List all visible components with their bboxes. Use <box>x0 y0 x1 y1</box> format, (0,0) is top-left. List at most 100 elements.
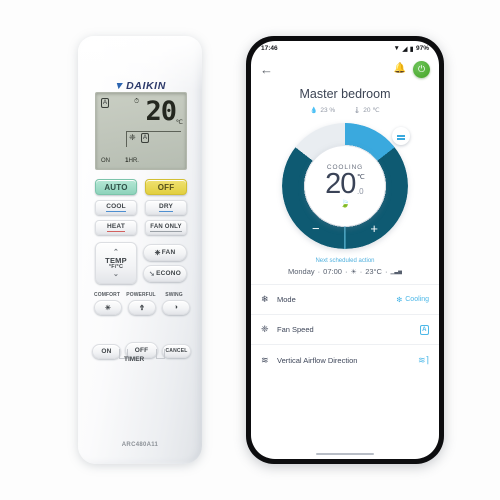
settings-row-fan-speed-value: A <box>419 324 429 335</box>
settings-row-vertical-airflow[interactable]: ≋ Vertical Airflow Direction ≋⌉ <box>251 345 439 375</box>
dial-temperature-row: 20 ℃ .0 <box>325 170 365 199</box>
schedule-day: Monday <box>287 267 315 276</box>
remote-cool-button[interactable]: COOL <box>95 200 137 215</box>
thermometer-icon: 🌡 <box>353 107 361 114</box>
fan-speed-icon: ❈ <box>261 324 269 334</box>
remote-off-button[interactable]: OFF <box>145 179 187 195</box>
remote-dry-label: DRY <box>158 203 174 212</box>
remote-swing-button[interactable]: ◑ <box>162 300 190 315</box>
dial-temperature-suffix: ℃ .0 <box>357 171 365 196</box>
temp-up-chevron-icon[interactable]: ⌃ <box>113 249 119 256</box>
remote-temp-button[interactable]: ⌃ TEMP °F/°C ⌄ <box>95 242 137 284</box>
battery-level: 97% <box>415 45 429 52</box>
app-bar-actions: 🔔 ⏻ <box>394 60 430 78</box>
lcd-auto-badge: A <box>101 98 110 108</box>
dial-menu-button[interactable] <box>392 127 410 145</box>
remote-timer-cancel-button[interactable]: CANCEL <box>162 344 191 358</box>
remote-comfort-button[interactable]: ☀ <box>94 300 122 315</box>
next-scheduled-action[interactable]: Next scheduled action Monday · 07:00 · ☀… <box>251 258 439 276</box>
cooling-label: Cooling <box>405 296 429 303</box>
remote-econo-button[interactable]: ➘ ECONO <box>143 265 187 282</box>
airflow-swing-icon: ≋⌉ <box>417 354 429 365</box>
temp-down-chevron-icon[interactable]: ⌄ <box>113 271 119 278</box>
dial-temperature-unit: ℃ <box>356 174 365 181</box>
fan-auto-badge-icon: A <box>419 324 429 335</box>
signal-icon: ◢ <box>402 45 408 53</box>
notification-bell-icon[interactable]: 🔔 <box>394 64 406 74</box>
dial-temperature-decimal: .0 <box>356 187 364 196</box>
remote-powerful-label: POWERFUL <box>126 292 156 298</box>
remote-heat-label: HEAT <box>106 223 125 232</box>
humidity-value: 23 % <box>320 106 336 114</box>
phone-status-bar: 17:46 ▼ ◢ ▮ 97% <box>251 41 439 56</box>
settings-row-mode[interactable]: ❄ Mode ❇ Cooling <box>251 285 439 315</box>
room-title: Master bedroom <box>299 87 391 101</box>
timer-bracket-right <box>156 349 165 359</box>
daikin-brand-logo: ▼DAIKIN <box>78 80 202 92</box>
daikin-logo-mark: ▼ <box>112 80 127 92</box>
schedule-temperature: 23°C <box>365 267 382 276</box>
cooling-icon: ❇ <box>396 296 403 304</box>
schedule-title: Next scheduled action <box>315 258 375 264</box>
settings-row-vertical-airflow-label: Vertical Airflow Direction <box>277 355 358 365</box>
schedule-sep-4: · <box>384 267 388 276</box>
remote-dry-button[interactable]: DRY <box>145 200 187 215</box>
wifi-icon: ▼ <box>393 45 400 52</box>
schedule-fan-icon: ▁▃▅ <box>390 268 403 275</box>
schedule-sep-3: · <box>359 267 363 276</box>
remote-swing-label: SWING <box>165 292 183 298</box>
temperature-stat: 🌡 20 ℃ <box>353 106 379 114</box>
app-bar: ← 🔔 ⏻ <box>251 56 439 82</box>
schedule-sep-2: · <box>344 267 348 276</box>
remote-auto-button[interactable]: AUTO <box>95 179 137 195</box>
remote-powerful-button[interactable]: ⇮ <box>128 300 156 315</box>
daikin-brand-text: DAIKIN <box>126 80 166 92</box>
schedule-mode-icon: ☀ <box>350 268 357 276</box>
remote-temp-label: TEMP <box>105 255 127 265</box>
daikin-remote-control: ▼DAIKIN A ⏱ 20 ℃ ❈ A ON 1HR. AUTO OFF CO… <box>78 36 202 464</box>
battery-icon: ▮ <box>409 45 414 53</box>
back-arrow-icon[interactable]: ← <box>260 63 273 76</box>
room-stats: 💧 23 % 🌡 20 ℃ <box>251 106 439 115</box>
remote-econo-label: ECONO <box>156 270 181 277</box>
remote-model-number: ARC480A11 <box>121 442 159 448</box>
temperature-decrease-button[interactable]: − <box>312 222 320 235</box>
mode-snowflake-icon: ❄ <box>261 294 269 304</box>
lcd-temperature-value: 20 <box>145 96 177 127</box>
powerful-icon: ⇮ <box>138 304 146 312</box>
remote-fan-label: FAN <box>161 249 176 256</box>
comfort-icon: ☀ <box>104 304 112 312</box>
humidity-stat: 💧 23 % <box>310 107 335 114</box>
settings-row-fan-speed[interactable]: ❈ Fan Speed A <box>251 315 439 345</box>
remote-timer-word: TIMER <box>124 356 145 363</box>
remote-fan-only-label: FAN ONLY <box>150 223 182 232</box>
schedule-details: Monday · 07:00 · ☀ · 23°C · ▁▃▅ <box>251 267 439 276</box>
temperature-increase-button[interactable]: + <box>370 222 378 235</box>
remote-heat-button[interactable]: HEAT <box>95 220 137 235</box>
remote-fan-button[interactable]: ❈ FAN <box>143 244 187 261</box>
remote-cool-label: COOL <box>106 203 126 212</box>
home-indicator <box>316 453 374 455</box>
settings-row-mode-value: ❇ Cooling <box>396 296 429 304</box>
settings-row-mode-label: Mode <box>277 295 296 304</box>
temperature-dial[interactable]: COOLING 20 ℃ .0 🍃 − + <box>282 123 410 249</box>
lcd-clock-icon: ⏱ <box>134 98 140 105</box>
lcd-fan-auto-badge: A <box>141 133 150 143</box>
remote-comfort-label: COMFORT <box>94 292 120 298</box>
lcd-timer-on-label: ON <box>101 158 110 164</box>
remote-lcd-display: A ⏱ 20 ℃ ❈ A ON 1HR. <box>95 92 187 170</box>
phone-screen: 17:46 ▼ ◢ ▮ 97% ← 🔔 ⏻ Master bedroom 💧 2… <box>251 41 439 459</box>
dial-center-readout[interactable]: COOLING 20 ℃ .0 🍃 <box>305 146 385 226</box>
power-toggle-button[interactable]: ⏻ <box>413 60 430 78</box>
fan-icon: ❈ <box>154 249 161 257</box>
remote-fan-only-button[interactable]: FAN ONLY <box>145 220 187 235</box>
lcd-fan-icon: ❈ <box>129 133 136 142</box>
remote-timer-on-button[interactable]: ON <box>92 344 121 359</box>
lcd-hours-unit: HR. <box>128 158 139 164</box>
smartphone-frame: 17:46 ▼ ◢ ▮ 97% ← 🔔 ⏻ Master bedroom 💧 2… <box>246 36 444 464</box>
settings-list: ❄ Mode ❇ Cooling ❈ Fan Speed A ≋ Vertica… <box>251 284 439 375</box>
eco-leaf-icon: 🍃 <box>340 199 350 208</box>
humidity-icon: 💧 <box>310 107 318 114</box>
lcd-hours-label: 1HR. <box>125 157 139 165</box>
room-temperature-value: 20 ℃ <box>363 107 380 114</box>
